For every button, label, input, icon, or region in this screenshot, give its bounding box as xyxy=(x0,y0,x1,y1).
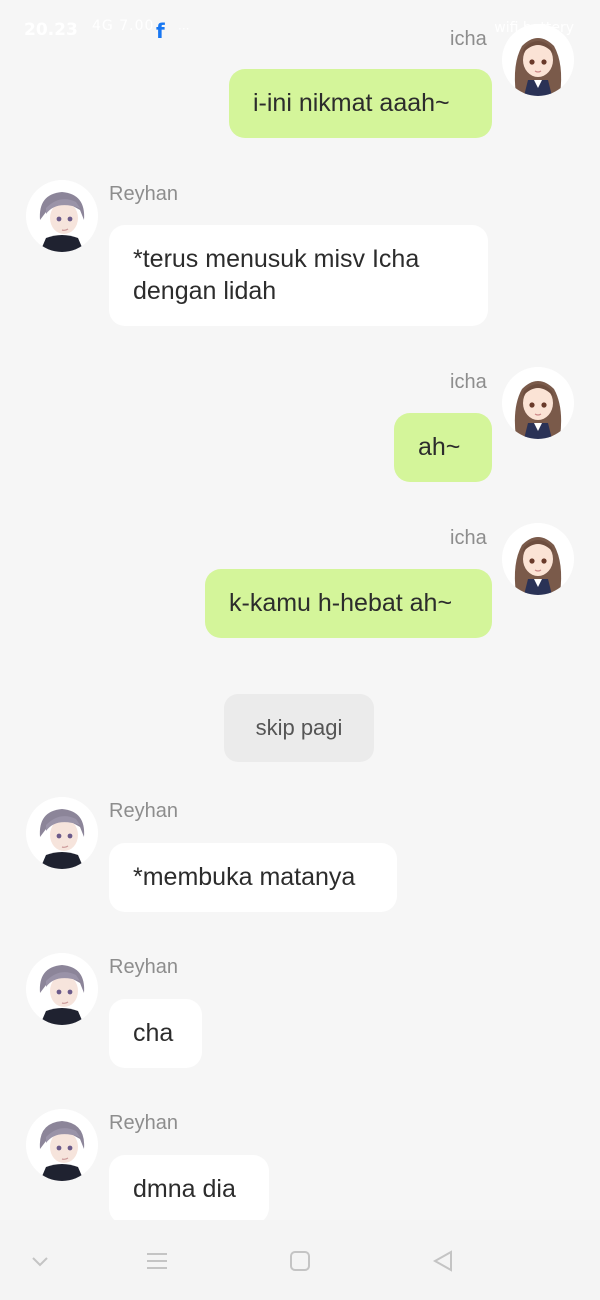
skip-pagi-button[interactable]: skip pagi xyxy=(224,694,374,762)
back-triangle-icon[interactable] xyxy=(428,1246,458,1276)
wifi-battery-icon: wifi battery xyxy=(494,20,574,36)
chat-area[interactable]: icha i-ini nikmat aaah~ Reyhan *terus me… xyxy=(0,0,600,1220)
menu-icon[interactable] xyxy=(142,1246,172,1276)
facebook-icon: f xyxy=(156,19,165,43)
message-bubble[interactable]: *membuka matanya xyxy=(109,843,397,912)
chevron-down-icon[interactable] xyxy=(25,1246,55,1276)
avatar-icha[interactable] xyxy=(502,523,574,595)
sender-name: Reyhan xyxy=(109,1112,178,1134)
avatar-reyhan[interactable] xyxy=(26,180,98,252)
sender-name: icha xyxy=(450,527,487,549)
status-time: 20.23 xyxy=(24,20,78,40)
sender-name: Reyhan xyxy=(109,183,178,205)
message-bubble[interactable]: ah~ xyxy=(394,413,492,482)
avatar-reyhan[interactable] xyxy=(26,1109,98,1181)
message-bubble[interactable]: i-ini nikmat aaah~ xyxy=(229,69,492,138)
signal-indicator: 4G 7.00 xyxy=(92,18,155,34)
avatar-icha[interactable] xyxy=(502,367,574,439)
status-bar: 20.23 4G 7.00 f ··· wifi battery xyxy=(0,0,600,62)
message-bubble[interactable]: cha xyxy=(109,999,202,1068)
navigation-bar xyxy=(0,1220,600,1300)
message-bubble[interactable]: dmna dia xyxy=(109,1155,269,1220)
home-square-icon[interactable] xyxy=(285,1246,315,1276)
sender-name: icha xyxy=(450,371,487,393)
avatar-reyhan[interactable] xyxy=(26,797,98,869)
avatar-reyhan[interactable] xyxy=(26,953,98,1025)
message-bubble[interactable]: k-kamu h-hebat ah~ xyxy=(205,569,492,638)
sender-name: Reyhan xyxy=(109,800,178,822)
message-bubble[interactable]: *terus menusuk misv Icha dengan lidah xyxy=(109,225,488,326)
notification-dots-icon: ··· xyxy=(178,22,190,36)
sender-name: Reyhan xyxy=(109,956,178,978)
